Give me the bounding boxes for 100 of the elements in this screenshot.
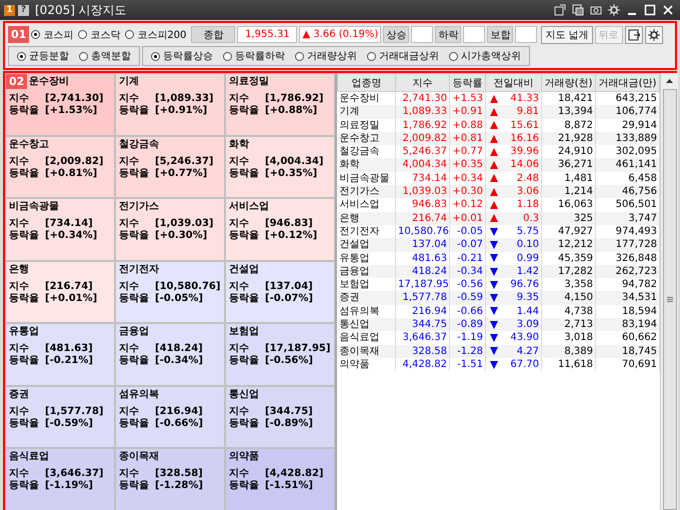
copy-icon[interactable] [572, 4, 584, 16]
table-cell: -0.34 [450, 264, 486, 278]
column-header[interactable]: 전일대비 [486, 74, 542, 92]
table-cell: 의약품 [338, 358, 396, 372]
column-header[interactable]: 업종명 [338, 74, 396, 92]
sector-tile[interactable]: 증권 지수 [1,577.78] 등락율 [-0.59%] [6, 386, 114, 448]
sector-tile[interactable]: 전기전자 지수 [10,580.76] 등락율 [-0.05%] [116, 262, 224, 322]
settings-icon[interactable] [648, 28, 660, 40]
grip-icon[interactable] [666, 297, 672, 302]
sector-tile[interactable]: 철강금속 지수 [5,246.37] 등락율 [+0.77%] [116, 136, 224, 198]
counter-field[interactable] [515, 26, 538, 43]
table-cell: 133,889 [596, 132, 660, 146]
table-cell: 461,141 [596, 158, 660, 172]
settings-button[interactable] [644, 26, 663, 44]
index-label: 종합 [191, 26, 236, 43]
radio-option[interactable]: 총액분할 [79, 49, 131, 63]
table-cell: 328.58 [396, 344, 450, 358]
sector-tile[interactable]: 통신업 지수 [344.75] 등락율 [-0.89%] [226, 386, 334, 448]
sector-tile[interactable]: 음식료업 지수 [3,646.37] 등락율 [-1.19%] [6, 449, 114, 510]
sector-tile[interactable]: 비금속광물 지수 [734.14] 등락율 [+0.34%] [6, 199, 114, 260]
map-button[interactable]: 지도 넓게 [541, 26, 593, 44]
counter-label: 하락 [435, 26, 462, 43]
rate-value: [-0.56%] [265, 355, 313, 368]
index-label: 지수 [229, 468, 250, 480]
rate-label: 등락율 [229, 292, 260, 305]
table-cell: 418.24 [396, 264, 450, 278]
sector-tile[interactable]: 보험업 지수 [17,187.95] 등락율 [-0.56%] [226, 324, 334, 385]
rate-value: [+0.88%] [265, 105, 318, 117]
sector-tile[interactable]: 건설업 지수 [137.04] 등락율 [-0.07%] [226, 262, 334, 322]
index-change: ▲ 3.66 (0.19%) [299, 26, 382, 43]
counter-field[interactable] [411, 26, 434, 43]
counter-field[interactable] [463, 26, 486, 43]
table-cell: +0.91 [450, 105, 486, 119]
rate-value: [-0.07%] [265, 292, 313, 305]
window-link-icon[interactable] [554, 4, 566, 16]
index-value: [344.75] [265, 406, 313, 418]
sector-name: 종이목재 [119, 451, 159, 464]
export-icon[interactable] [628, 28, 640, 40]
index-value: [2,009.82] [45, 156, 104, 168]
table-cell: 21,928 [542, 132, 596, 146]
table-cell: +0.30 [450, 185, 486, 198]
table-cell: 11,618 [542, 358, 596, 372]
index-label: 지수 [229, 280, 250, 293]
table-cell: 325 [542, 212, 596, 225]
sector-tile[interactable]: 금융업 지수 [418.24] 등락율 [-0.34%] [116, 324, 224, 385]
scrollbar-thumb[interactable] [662, 89, 676, 510]
radio-option[interactable]: 코스피200 [125, 28, 186, 42]
close-icon[interactable] [662, 4, 674, 16]
column-header[interactable]: 거래량(천) [542, 74, 596, 92]
sector-name: 건설업 [229, 264, 259, 276]
rate-label: 등락율 [119, 168, 150, 180]
radio-option[interactable]: 코스닥 [78, 28, 120, 42]
sector-tile[interactable]: 의료정밀 지수 [1,786.92] 등락율 [+0.88%] [226, 74, 334, 135]
radio-option[interactable]: 거래대금상위 [367, 49, 439, 63]
column-header[interactable]: 지수 [396, 74, 450, 92]
sector-name: 운수장비 [29, 76, 69, 88]
radio-option[interactable]: 등락률하락 [223, 49, 285, 63]
export-button[interactable] [624, 26, 643, 44]
sector-tile[interactable]: 은행 지수 [216.74] 등락율 [+0.01%] [6, 262, 114, 322]
radio-option[interactable]: 등락률상승 [151, 49, 213, 63]
table-cell: 4,428.82 [396, 358, 450, 372]
index-value: [17,187.95] [265, 343, 330, 355]
radio-option[interactable]: 균등분할 [17, 49, 69, 63]
table-cell: 41.33 [510, 92, 539, 106]
help-button[interactable]: ? [18, 4, 29, 16]
sector-tile[interactable]: 기계 지수 [1,089.33] 등락율 [+0.91%] [116, 74, 224, 135]
index-label: 지수 [9, 343, 30, 355]
index-value: [5,246.37] [155, 156, 214, 168]
sector-tile[interactable]: 운수창고 지수 [2,009.82] 등락율 [+0.81%] [6, 136, 114, 198]
camera-icon[interactable] [590, 4, 602, 16]
table-cell: 1.44 [516, 304, 539, 318]
rate-value: [-1.51%] [265, 480, 313, 492]
table-cell: 9.81 [516, 105, 539, 119]
index-value: [216.74] [45, 280, 93, 293]
radio-option[interactable]: 시가총액상위 [449, 49, 521, 63]
radio-option[interactable]: 코스피 [31, 28, 74, 42]
sector-tile[interactable]: 서비스업 지수 [946.83] 등락율 [+0.12%] [226, 199, 334, 260]
section-badge: 02 [6, 74, 28, 89]
rate-label: 등락율 [229, 230, 260, 242]
sector-tile[interactable]: 전기가스 지수 [1,039.03] 등락율 [+0.30%] [116, 199, 224, 260]
table-cell: -0.07 [450, 238, 486, 252]
table-cell: +0.81 [450, 132, 486, 146]
sector-tile[interactable]: 유통업 지수 [481.63] 등락율 [-0.21%] [6, 324, 114, 385]
index-label: 지수 [9, 280, 30, 293]
rate-label: 등락율 [9, 292, 40, 305]
sector-tile[interactable]: 화학 지수 [4,004.34] 등락율 [+0.35%] [226, 136, 334, 198]
rate-label: 등락율 [119, 105, 150, 117]
maximize-icon[interactable] [644, 4, 656, 16]
sector-tile[interactable]: 섬유의복 지수 [216.94] 등락율 [-0.66%] [116, 386, 224, 448]
sector-tile[interactable]: 종이목재 지수 [328.58] 등락율 [-1.28%] [116, 449, 224, 510]
index-label: 지수 [9, 406, 30, 418]
rate-label: 등락율 [9, 480, 40, 492]
index-label: 지수 [119, 280, 140, 293]
scroll-up-icon[interactable] [666, 78, 673, 82]
index-value: 1,955.31 [237, 26, 298, 43]
radio-option[interactable]: 거래량상위 [295, 49, 357, 63]
index-label: 지수 [9, 156, 30, 168]
column-header[interactable]: 거래대금(만) [596, 74, 660, 92]
column-header[interactable]: 등락률 [450, 74, 486, 92]
sector-tile[interactable]: 의약품 지수 [4,428.82] 등락율 [-1.51%] [226, 449, 334, 510]
